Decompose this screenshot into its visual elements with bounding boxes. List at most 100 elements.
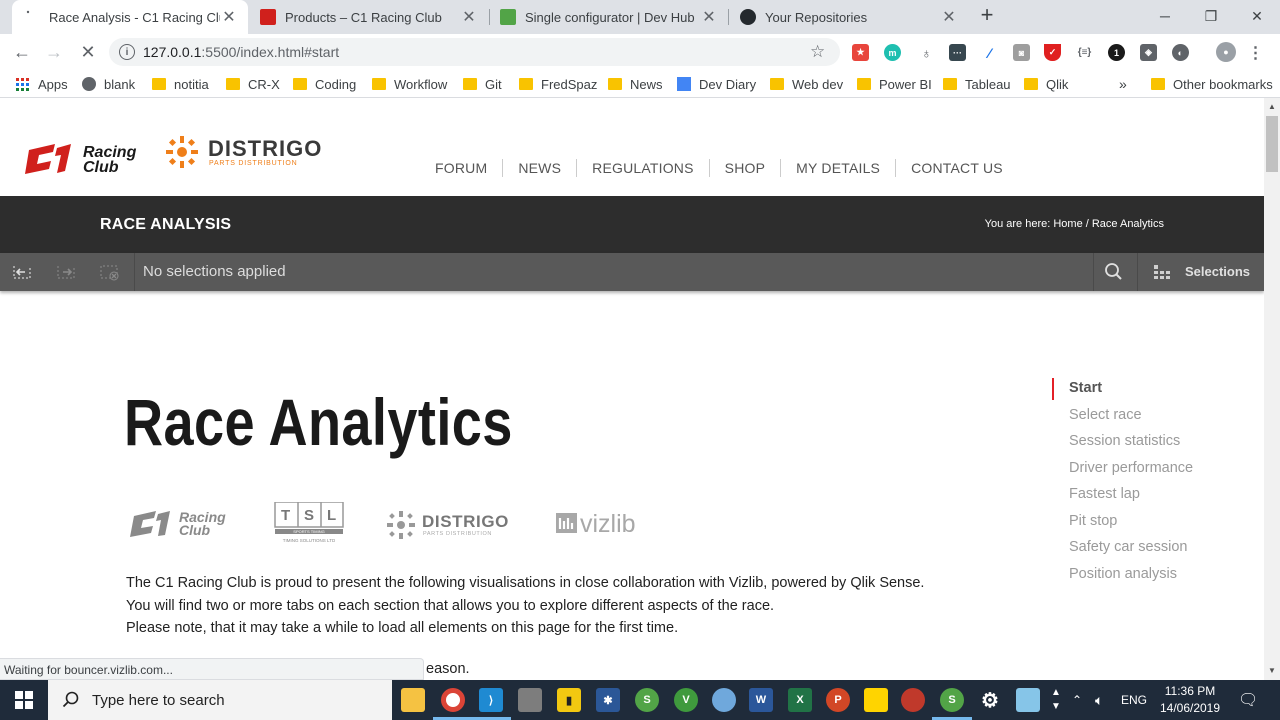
nav-contact-us[interactable]: CONTACT US — [896, 160, 1018, 176]
bookmark-apps[interactable]: Apps — [16, 75, 68, 93]
vscode-icon[interactable]: ⟩ — [479, 688, 503, 712]
back-button[interactable]: ← — [10, 40, 34, 64]
input-language[interactable]: ENG — [1121, 680, 1147, 720]
search-icon[interactable] — [1103, 263, 1125, 281]
system-clock[interactable]: 11:36 PM 14/06/2019 — [1150, 683, 1230, 717]
json-extension-icon[interactable]: {≡} — [1076, 44, 1093, 61]
nav-regulations[interactable]: REGULATIONS — [577, 160, 709, 176]
close-tab-icon[interactable]: ✕ — [940, 7, 958, 27]
extension-icon[interactable]: ··· — [949, 44, 966, 61]
c1-racing-club-logo[interactable]: Racing Club — [25, 138, 145, 183]
excel-icon[interactable]: X — [788, 688, 812, 712]
bookmark-dev-diary[interactable]: Dev Diary — [677, 75, 756, 93]
extension-icon[interactable]: ★ — [852, 44, 869, 61]
extension-icon[interactable]: ♁ — [918, 44, 935, 61]
bookmark-fredspaz[interactable]: FredSpaz — [519, 75, 597, 93]
extension-icon[interactable]: ◐ — [1172, 44, 1189, 61]
extension-icon[interactable]: m — [884, 44, 901, 61]
bookmark-notitia[interactable]: notitia — [152, 75, 209, 93]
nav-shop[interactable]: SHOP — [710, 160, 780, 176]
section-nav-driver-performance[interactable]: Driver performance — [1052, 460, 1193, 487]
section-nav-start[interactable]: Start — [1052, 378, 1193, 407]
extension-icon[interactable]: ◈ — [1140, 44, 1157, 61]
step-forward-icon[interactable] — [55, 263, 77, 281]
qlikview-icon[interactable]: V — [674, 688, 698, 712]
scroll-up-arrow-icon[interactable]: ▲ — [1268, 102, 1276, 111]
bookmark-tableau[interactable]: Tableau — [943, 75, 1011, 93]
powerpoint-icon[interactable]: P — [826, 688, 850, 712]
section-nav-select-race[interactable]: Select race — [1052, 407, 1193, 434]
bookmark-blank[interactable]: blank — [82, 75, 135, 93]
bookmark-web-dev[interactable]: Web dev — [770, 75, 843, 93]
tab-single-configurator[interactable]: Single configurator | Dev Hub ✕ — [488, 0, 728, 34]
bookmark-crx[interactable]: CR-X — [226, 75, 280, 93]
qlik-sense-icon[interactable]: S — [940, 688, 964, 712]
profile-avatar-icon[interactable]: ● — [1216, 42, 1236, 62]
address-bar[interactable]: i 127.0.0.1:5500/index.html#start ☆ — [109, 38, 840, 66]
page-scrollbar[interactable]: ▲ ▼ — [1264, 98, 1280, 680]
scroll-down-arrow-icon[interactable]: ▼ — [1268, 666, 1276, 675]
site-info-icon[interactable]: i — [119, 44, 135, 60]
stop-loading-button[interactable]: ✕ — [76, 40, 100, 64]
bookmark-power-bi[interactable]: Power BI — [857, 75, 932, 93]
taskbar-search-box[interactable]: Type here to search — [48, 680, 392, 720]
section-nav-position-analysis[interactable]: Position analysis — [1052, 566, 1193, 593]
forward-button[interactable]: → — [42, 40, 66, 64]
word-icon[interactable]: W — [749, 688, 773, 712]
close-tab-icon[interactable]: ✕ — [460, 7, 478, 27]
tab-your-repositories[interactable]: Your Repositories ✕ — [728, 0, 968, 34]
close-tab-icon[interactable]: ✕ — [220, 7, 238, 27]
taskbar-scroll-icon[interactable]: ▲ ▼ — [1051, 680, 1061, 720]
camera-extension-icon[interactable]: ◙ — [1013, 44, 1030, 61]
snipping-tool-icon[interactable] — [901, 688, 925, 712]
tab-race-analysis[interactable]: Race Analysis - C1 Racing Club ✕ — [12, 0, 248, 34]
selections-button[interactable]: Selections — [1185, 264, 1250, 279]
close-window-button[interactable]: ✕ — [1234, 0, 1280, 32]
distrigo-logo[interactable]: DISTRIGO PARTS DISTRIBUTION — [163, 134, 333, 179]
other-bookmarks[interactable]: Other bookmarks — [1151, 75, 1273, 93]
shield-extension-icon[interactable]: ✓ — [1044, 44, 1061, 61]
breadcrumb[interactable]: You are here: Home / Race Analytics — [985, 218, 1164, 230]
scrollbar-thumb[interactable] — [1266, 116, 1278, 172]
close-tab-icon[interactable]: ✕ — [700, 7, 718, 27]
nav-news[interactable]: NEWS — [503, 160, 576, 176]
settings-gear-icon[interactable]: ⚙ — [978, 688, 1002, 712]
bookmark-qlik[interactable]: Qlik — [1024, 75, 1068, 93]
minimize-button[interactable]: ─ — [1142, 0, 1188, 32]
nav-forum[interactable]: FORUM — [420, 160, 502, 176]
database-tool-icon[interactable] — [518, 688, 542, 712]
step-back-icon[interactable] — [11, 263, 33, 281]
bookmarks-overflow-button[interactable]: » — [1119, 75, 1127, 93]
bookmark-coding[interactable]: Coding — [293, 75, 356, 93]
menu-kebab-icon[interactable]: ⋮ — [1247, 44, 1264, 62]
clear-selections-icon[interactable] — [99, 263, 121, 281]
notifications-icon[interactable]: 🗨︎ — [1238, 680, 1258, 720]
file-explorer-icon[interactable] — [401, 688, 425, 712]
tab-products[interactable]: Products – C1 Racing Club ✕ — [248, 0, 488, 34]
chrome-icon[interactable] — [441, 688, 465, 712]
restore-button[interactable]: ❐ — [1188, 0, 1234, 32]
volume-muted-icon[interactable]: 🔈︎ — [1095, 680, 1103, 720]
bookmark-star-icon[interactable]: ☆ — [810, 42, 830, 62]
section-nav-pit-stop[interactable]: Pit stop — [1052, 513, 1193, 540]
tableau-icon[interactable]: ✱ — [596, 688, 620, 712]
extension-icon[interactable]: 1 — [1108, 44, 1125, 61]
sticky-notes-icon[interactable] — [864, 688, 888, 712]
power-bi-icon[interactable]: ▮ — [557, 688, 581, 712]
section-nav-session-statistics[interactable]: Session statistics — [1052, 433, 1193, 460]
app-icon[interactable] — [1016, 688, 1040, 712]
selections-grid-icon[interactable] — [1151, 263, 1173, 281]
bookmark-workflow[interactable]: Workflow — [372, 75, 447, 93]
new-tab-button[interactable]: + — [976, 4, 998, 27]
section-nav-safety-car-session[interactable]: Safety car session — [1052, 539, 1193, 566]
show-hidden-icons-icon[interactable]: ⌃ — [1072, 680, 1082, 720]
bookmark-git[interactable]: Git — [463, 75, 502, 93]
bookmark-news[interactable]: News — [608, 75, 663, 93]
url-text[interactable]: 127.0.0.1:5500/index.html#start — [143, 44, 810, 60]
start-button[interactable] — [0, 680, 48, 720]
section-nav-fastest-lap[interactable]: Fastest lap — [1052, 486, 1193, 513]
remote-desktop-icon[interactable] — [712, 688, 736, 712]
qlik-sense-icon[interactable]: S — [635, 688, 659, 712]
extension-icon[interactable]: ⁄ — [981, 44, 998, 61]
nav-my-details[interactable]: MY DETAILS — [781, 160, 895, 176]
